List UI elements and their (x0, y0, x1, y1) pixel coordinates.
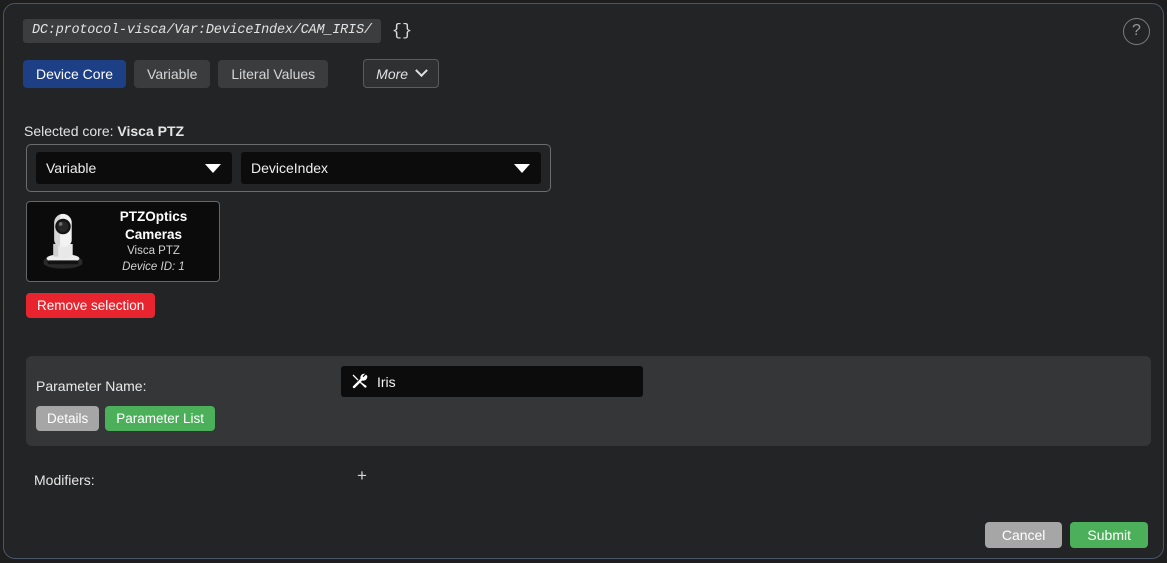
device-index-select-value: DeviceIndex (251, 160, 329, 176)
add-modifier-button[interactable]: + (354, 467, 370, 485)
device-core-dialog: ? DC:protocol-visca/Var:DeviceIndex/CAM_… (3, 3, 1164, 559)
core-selector-group: Variable DeviceIndex (26, 144, 551, 192)
parameter-value: Iris (377, 373, 396, 390)
caret-down-icon (514, 163, 530, 173)
more-button[interactable]: More (363, 59, 440, 88)
device-subtitle: Visca PTZ (127, 245, 180, 258)
caret-down-icon (205, 163, 221, 173)
selected-core-line: Selected core: Visca PTZ (24, 123, 184, 139)
parameter-buttons: Details Parameter List (36, 406, 216, 431)
tab-variable[interactable]: Variable (134, 59, 211, 88)
more-label: More (376, 65, 409, 82)
tab-literal-values[interactable]: Literal Values (218, 59, 329, 88)
selected-core-name: Visca PTZ (117, 123, 185, 139)
path-braces: {} (391, 21, 413, 41)
path-field[interactable]: DC:protocol-visca/Var:DeviceIndex/CAM_IR… (23, 19, 381, 43)
footer-actions: Cancel Submit (984, 522, 1148, 548)
chevron-down-icon (415, 64, 428, 78)
tools-icon (352, 373, 368, 389)
device-title: PTZOptics Cameras (119, 209, 188, 243)
parameter-name-label: Parameter Name: (36, 378, 147, 394)
parameter-list-button[interactable]: Parameter List (105, 406, 216, 431)
selected-core-prefix: Selected core: (24, 123, 114, 139)
submit-button[interactable]: Submit (1070, 522, 1148, 548)
details-button[interactable]: Details (36, 406, 100, 431)
device-card-info: PTZOptics Cameras Visca PTZ Device ID: 1 (94, 208, 219, 275)
tab-bar: Device Core Variable Literal Values More (23, 59, 440, 88)
device-id: Device ID: 1 (122, 260, 185, 273)
ptz-camera-icon (43, 213, 83, 269)
remove-selection-button[interactable]: Remove selection (26, 293, 156, 318)
help-icon[interactable]: ? (1123, 18, 1150, 45)
parameter-panel: Parameter Name: Iris Details Parameter L… (26, 356, 1151, 446)
tab-device-core[interactable]: Device Core (23, 59, 127, 88)
parameter-name-select[interactable]: Iris (341, 366, 643, 397)
cancel-button[interactable]: Cancel (984, 522, 1063, 548)
device-index-select[interactable]: DeviceIndex (241, 152, 541, 184)
device-card[interactable]: PTZOptics Cameras Visca PTZ Device ID: 1 (26, 201, 220, 282)
variable-select-value: Variable (46, 160, 97, 176)
modifiers-label: Modifiers: (34, 472, 95, 488)
variable-select[interactable]: Variable (36, 152, 232, 184)
path-bar: DC:protocol-visca/Var:DeviceIndex/CAM_IR… (23, 19, 412, 43)
